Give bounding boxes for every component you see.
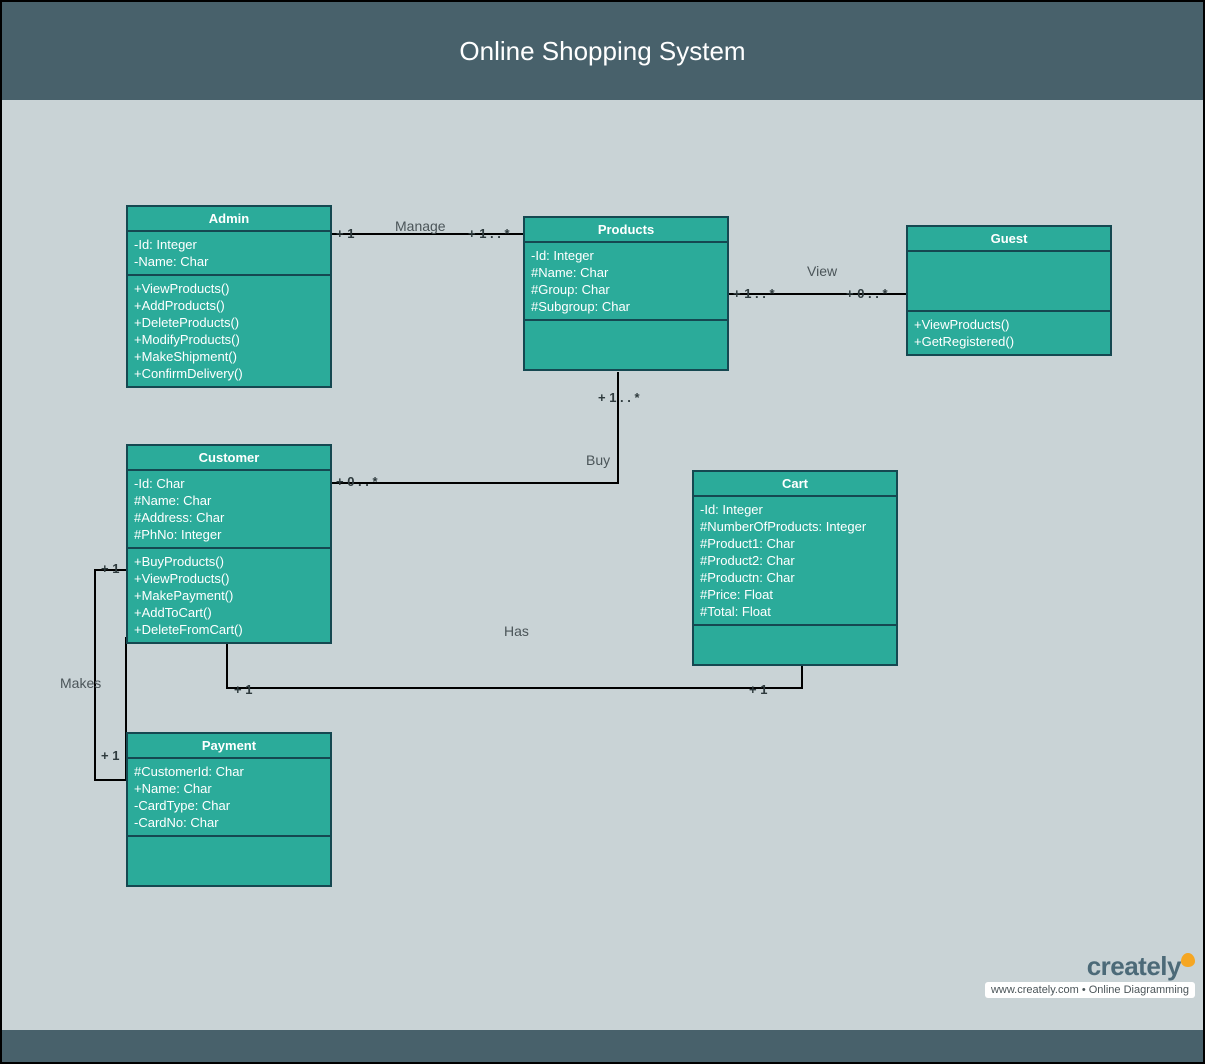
rel-makes-label: Makes: [60, 675, 101, 691]
diagram-title-bar: Online Shopping System: [2, 2, 1203, 100]
class-admin-methods: +ViewProducts() +AddProducts() +DeletePr…: [128, 276, 330, 386]
footer-bar: [2, 1030, 1203, 1062]
class-customer-attributes: -Id: Char #Name: Char #Address: Char #Ph…: [128, 471, 330, 549]
class-payment: Payment #CustomerId: Char +Name: Char -C…: [126, 732, 332, 887]
class-products-attributes: -Id: Integer #Name: Char #Group: Char #S…: [525, 243, 727, 321]
class-products: Products -Id: Integer #Name: Char #Group…: [523, 216, 729, 371]
class-payment-attributes: #CustomerId: Char +Name: Char -CardType:…: [128, 759, 330, 837]
class-cart: Cart -Id: Integer #NumberOfProducts: Int…: [692, 470, 898, 666]
diagram-canvas: Admin -Id: Integer -Name: Char +ViewProd…: [2, 100, 1203, 1030]
logo-brand: creately: [1087, 951, 1181, 981]
class-products-title: Products: [525, 218, 727, 243]
creately-logo: creately www.creately.com • Online Diagr…: [985, 951, 1195, 998]
class-payment-methods: [128, 837, 330, 885]
rel-buy-label: Buy: [586, 452, 610, 468]
class-cart-title: Cart: [694, 472, 896, 497]
class-products-methods: [525, 321, 727, 369]
rel-manage-mult-left: + 1: [336, 226, 354, 241]
class-guest-title: Guest: [908, 227, 1110, 252]
rel-buy-mult-products: + 1 . . *: [598, 390, 640, 405]
rel-makes-mult-customer: + 1: [101, 561, 119, 576]
rel-buy-mult-customer: + 0 . . *: [336, 474, 378, 489]
class-customer: Customer -Id: Char #Name: Char #Address:…: [126, 444, 332, 644]
logo-tagline: www.creately.com • Online Diagramming: [985, 982, 1195, 998]
class-guest: Guest +ViewProducts() +GetRegistered(): [906, 225, 1112, 356]
class-customer-methods: +BuyProducts() +ViewProducts() +MakePaym…: [128, 549, 330, 642]
rel-view-mult-right: + 0 . . *: [846, 286, 888, 301]
rel-view-mult-left: + 1 . . *: [733, 286, 775, 301]
class-admin-title: Admin: [128, 207, 330, 232]
rel-view-label: View: [807, 263, 837, 279]
rel-manage-mult-right: + 1 . . *: [468, 226, 510, 241]
class-admin-attributes: -Id: Integer -Name: Char: [128, 232, 330, 276]
rel-manage-label: Manage: [395, 218, 446, 234]
class-admin: Admin -Id: Integer -Name: Char +ViewProd…: [126, 205, 332, 388]
rel-has-mult-cart: + 1: [749, 682, 767, 697]
class-payment-title: Payment: [128, 734, 330, 759]
rel-makes-mult-payment: + 1: [101, 748, 119, 763]
class-cart-methods: [694, 626, 896, 664]
diagram-title: Online Shopping System: [459, 36, 745, 67]
class-customer-title: Customer: [128, 446, 330, 471]
class-guest-methods: +ViewProducts() +GetRegistered(): [908, 312, 1110, 354]
rel-has-label: Has: [504, 623, 529, 639]
class-guest-attributes: [908, 252, 1110, 312]
bulb-icon: [1181, 953, 1195, 967]
class-cart-attributes: -Id: Integer #NumberOfProducts: Integer …: [694, 497, 896, 626]
rel-has-mult-customer: + 1: [234, 682, 252, 697]
